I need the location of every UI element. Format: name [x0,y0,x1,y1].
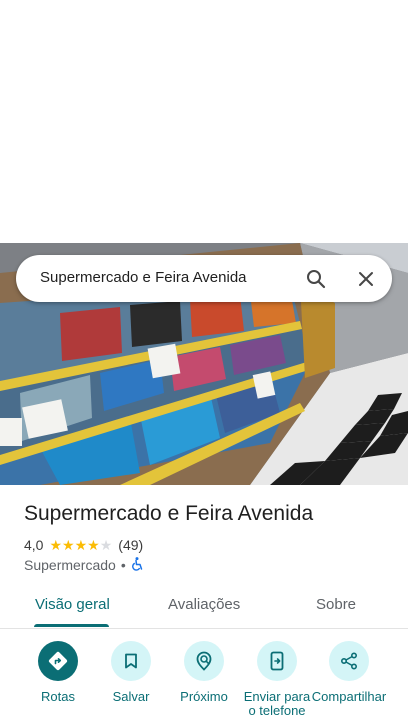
active-tab-indicator [34,624,109,627]
star-icon: ★ [49,537,63,553]
search-bar[interactable]: Supermercado e Feira Avenida [16,255,392,302]
star-rating: ★ ★ ★ ★ ★ [49,538,112,552]
rating-value: 4,0 [24,537,44,553]
tab-reviews[interactable]: Avaliações [168,596,240,613]
separator: • [120,557,126,573]
save-button[interactable]: Salvar [93,641,169,704]
send-to-phone-label: Enviar para o telefone [243,689,311,718]
tab-overview[interactable]: Visão geral [35,596,110,613]
send-to-phone-button[interactable]: Enviar para o telefone [239,641,315,718]
place-title: Supermercado e Feira Avenida [24,502,314,525]
search-query[interactable]: Supermercado e Feira Avenida [40,269,247,286]
search-icon[interactable] [302,265,330,293]
save-label: Salvar [112,689,150,704]
action-bar: Rotas Salvar Próximo Enviar para o telef… [0,629,408,726]
close-icon[interactable] [352,265,380,293]
rating-row[interactable]: 4,0 ★ ★ ★ ★ ★ (49) [24,536,143,554]
send-to-phone-icon [257,641,297,681]
directions-icon [38,641,78,681]
tab-bar: Visão geral Avaliações Sobre [0,583,408,629]
wheelchair-icon [131,556,144,574]
category-row: Supermercado • [24,556,144,574]
nearby-icon [184,641,224,681]
share-button[interactable]: Compartilhar [311,641,387,704]
directions-button[interactable]: Rotas [20,641,96,704]
map-area[interactable] [0,0,408,243]
category-label: Supermercado [24,557,116,573]
nearby-label: Próximo [180,689,228,704]
star-icon: ★ [99,537,113,553]
share-icon [329,641,369,681]
star-icon: ★ [62,537,75,553]
review-count[interactable]: (49) [118,537,143,553]
nearby-button[interactable]: Próximo [166,641,242,704]
directions-label: Rotas [41,689,75,704]
share-label: Compartilhar [311,689,387,704]
star-icon: ★ [87,537,100,553]
star-icon: ★ [74,537,88,553]
bookmark-icon [111,641,151,681]
tab-about[interactable]: Sobre [316,596,356,613]
